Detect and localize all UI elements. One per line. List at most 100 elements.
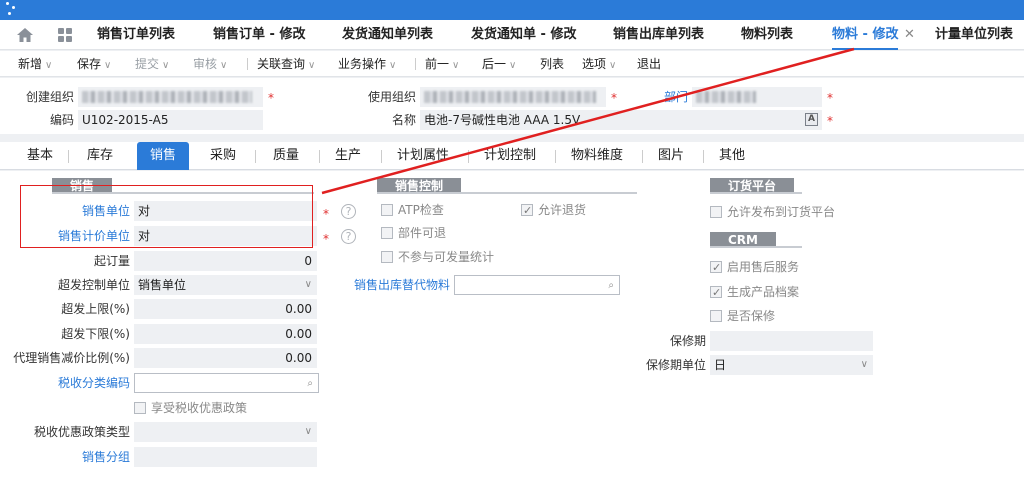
gen-archive-checkbox[interactable]: 生成产品档案 [710, 283, 799, 302]
create-org-label: 创建组织 [25, 90, 74, 104]
over-upper-label: 超发上限(%) [61, 302, 130, 316]
tab-material-edit[interactable]: 物料 - 修改 [832, 20, 899, 50]
chevron-down-icon: ∨ [304, 279, 312, 290]
save-button[interactable]: 保存 ∨ [77, 51, 111, 77]
over-upper-field[interactable]: 0.00 [134, 299, 317, 319]
min-order-field[interactable]: 0 [134, 251, 317, 271]
min-order-label: 起订量 [93, 254, 130, 268]
related-query-button[interactable]: 关联查询 ∨ [257, 51, 315, 77]
tab-quality[interactable]: 质量 [260, 142, 312, 170]
home-icon[interactable] [16, 27, 34, 43]
checkbox-box [710, 310, 722, 322]
toolbar-divider [247, 58, 248, 70]
help-icon[interactable]: ? [341, 229, 356, 244]
exit-button[interactable]: 退出 [637, 51, 661, 77]
warranty-checkbox[interactable]: 是否保修 [710, 307, 775, 325]
warranty-unit-label: 保修期单位 [645, 358, 706, 372]
warranty-unit-select[interactable]: 日 ∨ [710, 355, 873, 375]
part-return-checkbox[interactable]: 部件可退 [381, 224, 446, 242]
tab-divider [68, 150, 69, 163]
required-mark: * [268, 91, 274, 105]
substitute-label[interactable]: 销售出库替代物料 [340, 275, 450, 295]
tab-delivery-notice-list[interactable]: 发货通知单列表 [342, 20, 433, 50]
checkbox-box [710, 284, 722, 302]
help-icon[interactable]: ? [341, 204, 356, 219]
multilanguage-icon[interactable]: A [805, 113, 818, 126]
toolbar-divider [415, 58, 416, 70]
submit-button[interactable]: 提交 ∨ [135, 51, 169, 77]
agent-ratio-label: 代理销售减价比例(%) [13, 351, 130, 365]
warranty-period-field[interactable] [710, 331, 873, 351]
dept-field[interactable] [692, 87, 822, 107]
page-tabs-bar: 销售订单列表 销售订单 - 修改 发货通知单列表 发货通知单 - 修改 销售出库… [0, 20, 1024, 50]
dept-label[interactable]: 部门 [640, 87, 688, 107]
code-field[interactable]: U102-2015-A5 [78, 110, 263, 130]
after-sale-checkbox[interactable]: 启用售后服务 [710, 258, 799, 277]
required-mark: * [827, 114, 833, 128]
price-unit-field[interactable]: 对 [134, 226, 317, 246]
required-mark: * [827, 91, 833, 105]
allow-return-checkbox[interactable]: 允许退货 [521, 201, 586, 220]
name-field[interactable]: 电池-7号碱性电池 AAA 1.5V A [420, 110, 822, 130]
tax-code-label[interactable]: 税收分类编码 [20, 373, 130, 393]
sale-group-field[interactable] [134, 447, 317, 467]
search-icon[interactable]: ⌕ [608, 276, 614, 294]
tax-policy-label: 税收优惠政策类型 [33, 425, 130, 439]
required-mark: * [323, 207, 329, 221]
app-grid-icon[interactable] [56, 27, 74, 43]
over-ctrl-select[interactable]: 销售单位 ∨ [134, 275, 317, 295]
tab-divider [381, 150, 382, 163]
no-stat-checkbox[interactable]: 不参与可发量统计 [381, 248, 494, 266]
tax-pref-checkbox[interactable]: 享受税收优惠政策 [134, 399, 247, 417]
next-button[interactable]: 后一 ∨ [482, 51, 516, 77]
tab-inventory[interactable]: 库存 [74, 142, 126, 170]
tab-sales[interactable]: 销售 [137, 142, 189, 170]
allow-publish-checkbox[interactable]: 允许发布到订货平台 [710, 203, 835, 221]
tab-delivery-notice-edit[interactable]: 发货通知单 - 修改 [471, 20, 576, 50]
options-button[interactable]: 选项 ∨ [582, 51, 616, 77]
tab-sales-order-edit[interactable]: 销售订单 - 修改 [213, 20, 305, 50]
tab-basic[interactable]: 基本 [14, 142, 66, 170]
tab-sales-order-list[interactable]: 销售订单列表 [97, 20, 175, 50]
prev-button[interactable]: 前一 ∨ [425, 51, 459, 77]
agent-ratio-field[interactable]: 0.00 [134, 348, 317, 368]
create-org-field[interactable] [78, 87, 263, 107]
tab-close-icon[interactable]: ✕ [904, 20, 915, 50]
checkbox-box [710, 259, 722, 277]
atp-checkbox[interactable]: ATP检查 [381, 201, 444, 219]
material-header: 创建组织 * 使用组织 * 部门 * 编码 U102-2015-A5 名称 电池… [0, 78, 1024, 134]
audit-button[interactable]: 审核 ∨ [193, 51, 227, 77]
tab-sales-outbound-list[interactable]: 销售出库单列表 [613, 20, 704, 50]
tab-material-dimension[interactable]: 物料维度 [558, 142, 636, 170]
tab-image[interactable]: 图片 [645, 142, 697, 170]
tab-planning-attr[interactable]: 计划属性 [384, 142, 462, 170]
tab-planning-ctrl[interactable]: 计划控制 [471, 142, 549, 170]
new-button[interactable]: 新增 ∨ [18, 51, 52, 77]
form-tabs: 基本 库存 销售 采购 质量 生产 计划属性 计划控制 物料维度 图片 其他 [0, 142, 1024, 170]
use-org-field[interactable] [420, 87, 606, 107]
over-lower-field[interactable]: 0.00 [134, 324, 317, 344]
tax-code-input[interactable]: ⌕ [134, 373, 319, 393]
tab-unit-list[interactable]: 计量单位列表 [935, 20, 1013, 50]
business-ops-button[interactable]: 业务操作 ∨ [338, 51, 396, 77]
tab-material-list[interactable]: 物料列表 [741, 20, 793, 50]
tab-other[interactable]: 其他 [706, 142, 758, 170]
sale-unit-label[interactable]: 销售单位 [20, 201, 130, 221]
sale-group-label[interactable]: 销售分组 [20, 447, 130, 467]
search-icon[interactable]: ⌕ [307, 374, 313, 392]
checkbox-box [381, 227, 393, 239]
tab-purchase[interactable]: 采购 [197, 142, 249, 170]
tab-production[interactable]: 生产 [322, 142, 374, 170]
tab-divider [319, 150, 320, 163]
sale-unit-field[interactable]: 对 [134, 201, 317, 221]
list-button[interactable]: 列表 [540, 51, 564, 77]
group-divider [377, 192, 637, 194]
chevron-down-icon: ∨ [162, 60, 170, 71]
chevron-down-icon: ∨ [104, 60, 112, 71]
tab-divider [468, 150, 469, 163]
tax-policy-select[interactable]: ∨ [134, 422, 317, 442]
redacted-text [82, 91, 252, 103]
price-unit-label[interactable]: 销售计价单位 [20, 226, 130, 246]
chevron-down-icon: ∨ [609, 60, 617, 71]
substitute-input[interactable]: ⌕ [454, 275, 620, 295]
